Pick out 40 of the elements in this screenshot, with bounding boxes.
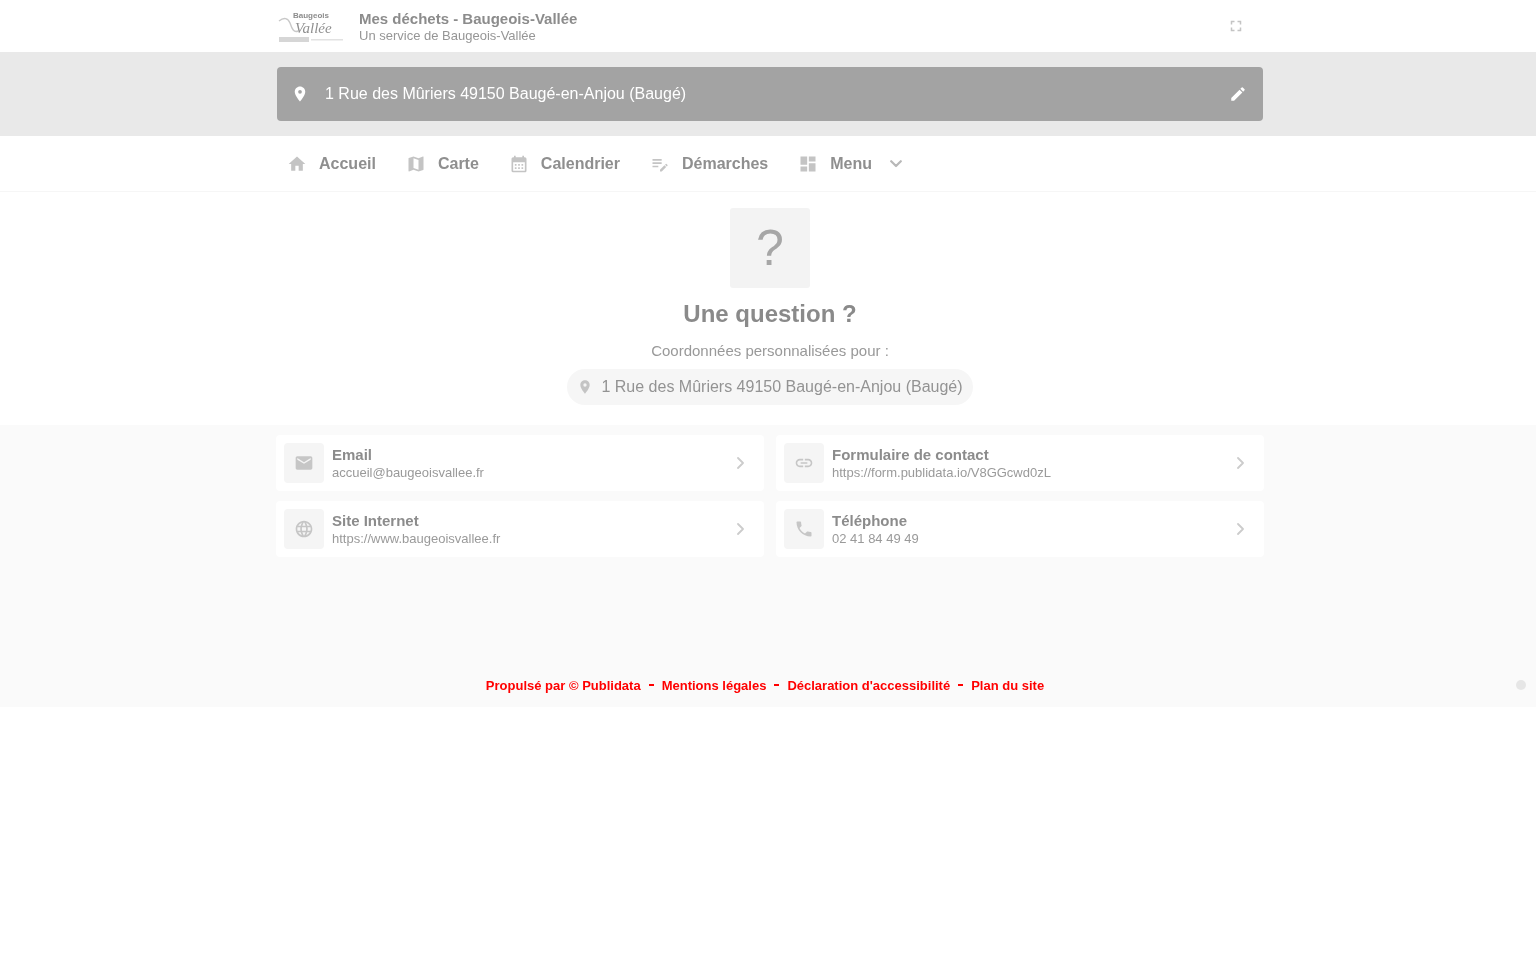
nav-link[interactable]: Calendrier [498,145,630,182]
question-mark-icon: ? [730,208,810,288]
footer-link[interactable]: Propulsé par © Publidata [485,677,641,693]
card-value: https://www.baugeoisvallee.fr [332,530,501,547]
nav-link[interactable]: Démarches [639,145,779,182]
app-subtitle: Un service de Baugeois-Vallée [359,27,537,43]
link-icon [784,443,824,483]
card-title: Formulaire de contact [832,445,989,464]
contact-card[interactable]: Site Internet https://www.baugeoisvallee.fr [276,501,764,557]
card-title: Site Internet [332,511,419,530]
contact-card[interactable]: Téléphone 02 41 84 49 49 [776,501,1264,557]
section-title: Une question ? [683,300,857,328]
card-value: 02 41 84 49 49 [832,530,919,547]
address-value: 1 Rue des Mûriers 49150 Baugé-en-Anjou (Baugé) [325,85,688,103]
footer-link[interactable]: Déclaration d'accessibilité [787,677,951,693]
chevron-right-icon [737,457,744,469]
card-title: Téléphone [832,511,907,530]
chevron-right-icon [737,523,744,535]
chevron-right-icon [1237,457,1244,469]
contact-card[interactable]: Email accueil@baugeoisvallee.fr [276,435,764,491]
nav-link[interactable]: Carte [395,145,489,182]
address-text: 1 Rue des Mûriers 49150 Baugé-en-Anjou (Baugé) [601,378,963,396]
card-title: Email [332,445,373,464]
phone-icon [784,509,824,549]
footer-link[interactable]: Mentions légales [661,677,767,693]
card-value: https://form.publidata.io/V8GGcwd0zL [832,464,1051,481]
address-field[interactable]: 1 Rue des Mûriers 49150 Baugé-en-Anjou (Baugé) [277,67,1263,121]
envelope-icon [284,443,324,483]
nav-link[interactable]: Menu [788,145,913,182]
globe-icon [284,509,324,549]
card-value: accueil@baugeoisvallee.fr [332,464,484,481]
logo: Baugeois Vallée [277,9,345,43]
nav-link[interactable]: Accueil [277,145,386,182]
intro-text: Coordonnées personnalisées pour : [651,342,889,359]
contact-card[interactable]: Formulaire de contact https://form.publidata.io/V8GGcwd0zL [776,435,1264,491]
chevron-right-icon [1237,523,1244,535]
caret-icon [890,159,903,168]
edit-address-button[interactable] [1229,85,1247,103]
app-title: Mes déchets - Baugeois-Vallée [359,9,579,28]
footer-link[interactable]: Plan du site [971,677,1045,693]
